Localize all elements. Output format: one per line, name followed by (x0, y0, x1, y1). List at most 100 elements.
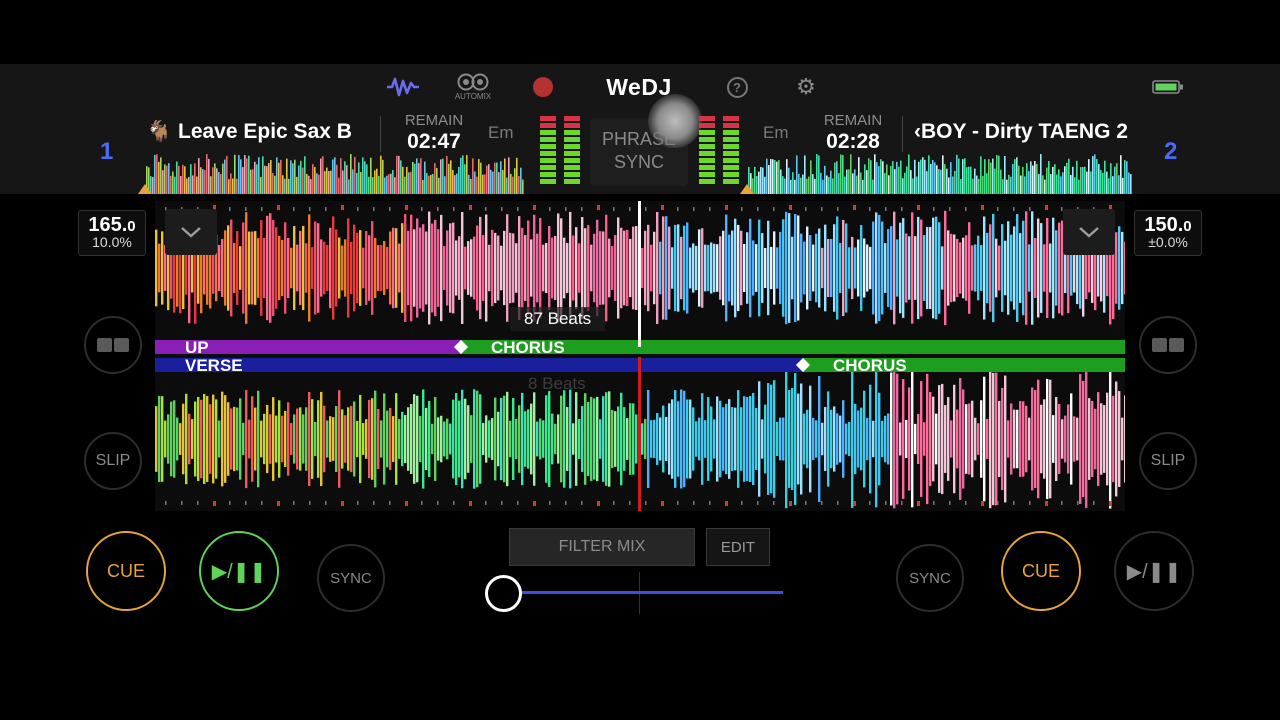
overview-bar (1032, 165, 1034, 194)
beat-tick (821, 207, 823, 211)
deck2-cue-button[interactable]: CUE (1001, 531, 1081, 611)
deck2-waveform-bar (1049, 379, 1052, 499)
deck1-slip-button[interactable]: SLIP (84, 432, 142, 490)
deck1-waveform-bar (788, 213, 791, 323)
overview-bar (366, 164, 368, 194)
deck2-waveform-bar (1007, 420, 1010, 458)
overview-bar (364, 161, 366, 194)
deck2-sync-button[interactable]: SYNC (896, 544, 964, 612)
deck1-waveform-bar (971, 245, 974, 291)
deck1-waveform-bar (461, 212, 464, 324)
deck1-pad-mode-button[interactable] (84, 316, 142, 374)
deck1-dropdown-button[interactable] (165, 209, 217, 255)
overview-bar (962, 159, 964, 194)
deck2-waveform-bar (878, 392, 881, 486)
deck2-waveform-bar (959, 378, 962, 500)
gear-icon[interactable]: ⚙ (795, 72, 817, 102)
overview-bar (814, 178, 816, 194)
deck1-waveform-bar (830, 238, 833, 298)
deck2-waveform-bar (1094, 408, 1097, 470)
deck1-track-title[interactable]: 🐐 Leave Epic Sax B (146, 120, 360, 144)
overview-bar (306, 173, 308, 194)
deck2-waveform-bar (317, 400, 320, 478)
deck1-waveform-bar (383, 241, 386, 295)
deck2-waveform-bar (335, 406, 338, 472)
deck2-bpm-display[interactable]: 150.0 ±0.0% (1134, 210, 1202, 256)
overview-bar (796, 155, 798, 194)
deck1-waveform-bar (530, 239, 533, 297)
deck1-bpm-display[interactable]: 165.0 10.0% (78, 210, 146, 256)
deck1-waveform-bar (218, 245, 221, 291)
deck2-waveform-bar (647, 389, 650, 489)
deck2-waveform-bar (449, 423, 452, 455)
overview-bar (368, 176, 370, 194)
deck2-waveform-bar (167, 414, 170, 464)
deck1-waveform-bar (743, 243, 746, 293)
crossfader-knob[interactable] (485, 575, 522, 612)
overview-bar (858, 157, 860, 194)
deck1-waveform-bar (821, 247, 824, 289)
deck1-waveform-bar (422, 224, 425, 312)
deck2-dropdown-button[interactable] (1063, 209, 1115, 255)
deck1-waveform-bar (251, 231, 254, 305)
overview-bar (280, 159, 282, 194)
overview-bar (928, 155, 930, 194)
deck2-waveform-bar (308, 391, 311, 487)
overview-bar (342, 170, 344, 194)
deck1-waveform-bar (1016, 214, 1019, 322)
deck1-play-pause-button[interactable]: ▶/❚❚ (199, 531, 279, 611)
deck2-slip-button[interactable]: SLIP (1139, 432, 1197, 490)
deck2-waveform-bar (1034, 390, 1037, 488)
deck1-overview-waveform[interactable] (146, 154, 524, 194)
deck2-overview-waveform[interactable] (748, 154, 1132, 194)
deck2-track-title[interactable]: ‹BOY - Dirty TAENG 2 (914, 120, 1134, 144)
deck2-waveform-bar (239, 398, 242, 480)
deck2-waveform-bar (200, 399, 203, 479)
filter-mix-button[interactable]: FILTER MIX (509, 528, 695, 566)
deck1-waveform-bar (608, 238, 611, 298)
automix-button[interactable]: AUTOMIX (453, 72, 493, 102)
waveform-icon[interactable] (385, 72, 421, 102)
overview-bar (800, 177, 802, 194)
deck1-waveform-bar (950, 233, 953, 303)
overview-bar (462, 155, 464, 194)
overview-bar (404, 176, 406, 194)
deck1-waveform-bar (644, 230, 647, 306)
deck2-play-pause-button[interactable]: ▶/❚❚ (1114, 531, 1194, 611)
deck2-pad-mode-button[interactable] (1139, 316, 1197, 374)
deck1-waveform-bar (563, 237, 566, 299)
deck2-waveform-bar (800, 383, 803, 495)
deck1-cue-button[interactable]: CUE (86, 531, 166, 611)
deck1-waveform-bar (341, 245, 344, 291)
deck2-waveform-bar (536, 421, 539, 457)
crossfader-track[interactable] (503, 591, 783, 594)
deck2-waveform-bar (1028, 417, 1031, 461)
deck2-waveform-bar (704, 420, 707, 458)
record-icon[interactable] (532, 72, 554, 102)
edit-button[interactable]: EDIT (706, 528, 770, 566)
overview-bar (256, 164, 258, 194)
help-icon[interactable]: ? (726, 72, 748, 102)
overview-bar (1018, 165, 1020, 194)
overview-bar (818, 155, 820, 194)
deck2-waveform-bar (155, 406, 158, 472)
overview-bar (934, 162, 936, 194)
overview-bar (1002, 179, 1004, 194)
deck2-waveform-bar (758, 381, 761, 497)
deck1-waveform-bar (923, 235, 926, 301)
overview-bar (424, 161, 426, 194)
beat-tick (293, 207, 295, 211)
deck1-waveform-bar (809, 235, 812, 301)
overview-bar (194, 163, 196, 194)
deck1-waveform-bar (248, 231, 251, 305)
deck1-waveform-bar (641, 247, 644, 289)
deck1-sync-button[interactable]: SYNC (317, 544, 385, 612)
deck1-waveform-bar (308, 214, 311, 322)
overview-bar (900, 160, 902, 194)
deck1-waveform-bar (296, 244, 299, 292)
overview-bar (212, 167, 214, 194)
overview-bar (296, 176, 298, 194)
deck2-waveform-bar (605, 392, 608, 486)
deck2-waveform-bar (965, 404, 968, 474)
overview-bar (802, 174, 804, 194)
